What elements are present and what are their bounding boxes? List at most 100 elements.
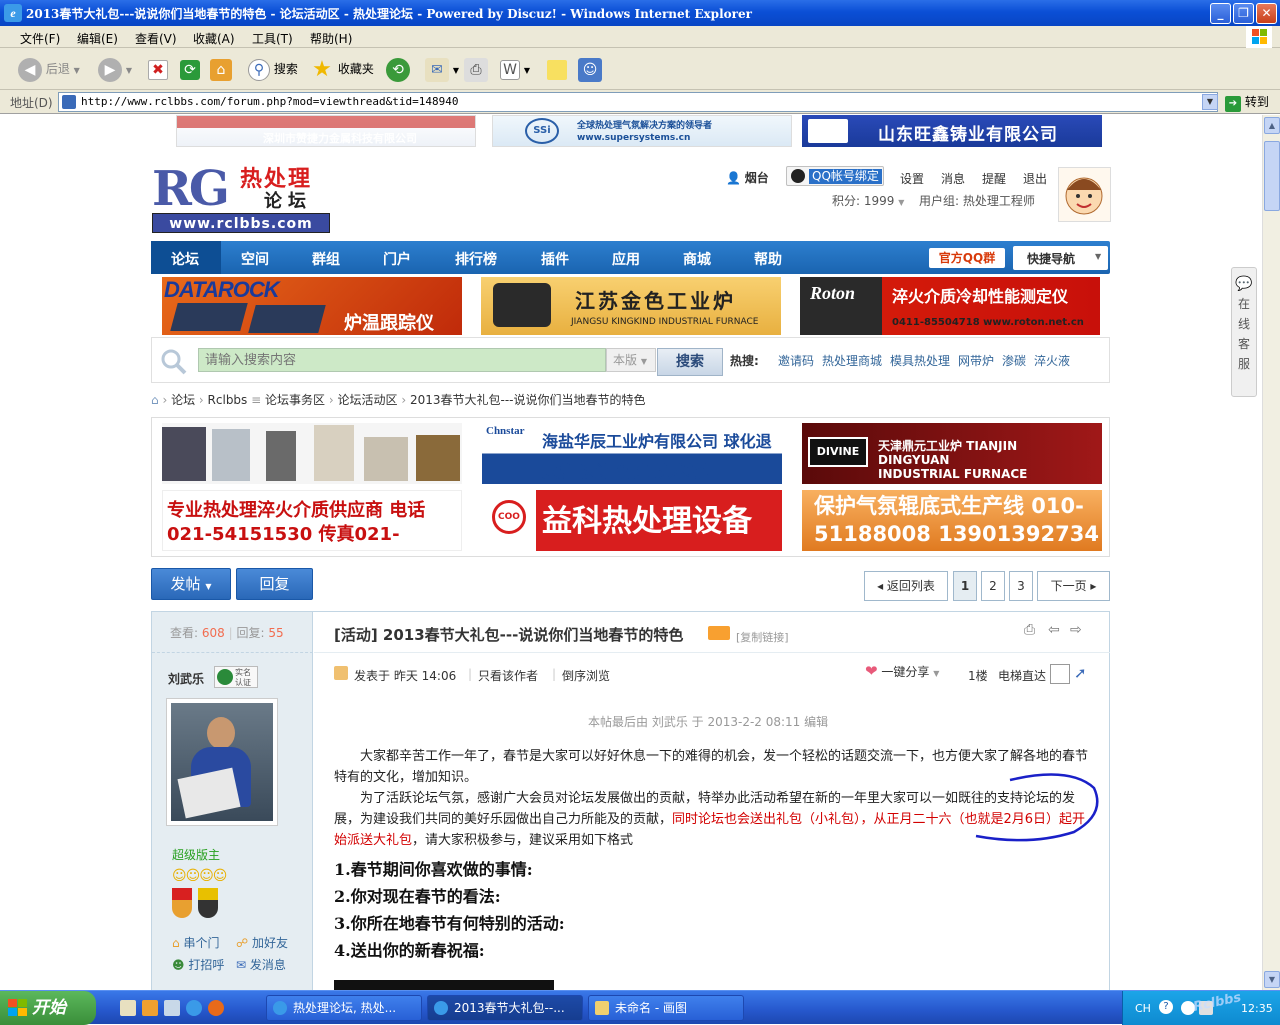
address-input[interactable]: http://www.rclbbs.com/forum.php?mod=view… [58, 92, 1218, 112]
nav-plugins[interactable]: 插件 [541, 249, 569, 269]
breadcrumb-activity[interactable]: 论坛活动区 [337, 393, 397, 407]
banner-wangxin[interactable]: 山东旺鑫铸业有限公司 [802, 115, 1102, 147]
scroll-down-icon[interactable]: ▼ [1264, 971, 1280, 988]
share-button[interactable]: ❤ 一键分享 ▼ [865, 662, 939, 680]
breadcrumb-forum[interactable]: 论坛 [171, 393, 195, 407]
home-button[interactable]: ⌂ [210, 56, 232, 82]
back-button[interactable]: ◀ 后退 ▼ [18, 56, 80, 82]
refresh-button[interactable]: ⟳ [180, 56, 200, 82]
print-button[interactable]: ⎙ [464, 56, 488, 82]
ad-protective-atmosphere[interactable]: 保护气氛辊底式生产线 010-51188008 13901392734 [802, 490, 1102, 551]
ad-dingyuan[interactable]: DIVINE 天津鼎元工业炉 TIANJIN DINGYUAN INDUSTRI… [802, 423, 1102, 484]
add-friend-link[interactable]: ☍ 加好友 [236, 934, 288, 951]
banner-kingkind[interactable]: 江苏金色工业炉 JIANGSU KINGKIND INDUSTRIAL FURN… [481, 277, 781, 335]
banner-zanjieli[interactable]: 深圳市赞捷力金属科技有限公司 [176, 115, 476, 147]
history-button[interactable]: ⟲ [386, 56, 410, 82]
author-name[interactable]: 刘武乐 [168, 670, 204, 687]
page-2-button[interactable]: 2 [981, 571, 1005, 601]
only-author-link[interactable]: 只看该作者 [478, 667, 538, 684]
home-icon[interactable]: ⌂ [151, 393, 159, 407]
nav-forum[interactable]: 论坛 [171, 249, 199, 269]
page-1-button[interactable]: 1 [953, 571, 977, 601]
next-thread-icon[interactable]: ⇨ [1070, 622, 1082, 638]
close-button[interactable]: ✕ [1256, 3, 1277, 24]
jump-arrow-icon[interactable]: ➚ [1074, 664, 1087, 682]
hot-search-link[interactable]: 渗碳 [1002, 352, 1026, 369]
quicklaunch-icon[interactable] [164, 1000, 180, 1016]
ad-coo[interactable]: COO 益科热处理设备 [482, 490, 782, 551]
menu-edit[interactable]: 编辑(E) [77, 30, 118, 47]
hot-search-link[interactable]: 网带炉 [958, 352, 994, 369]
nav-space[interactable]: 空间 [241, 249, 269, 269]
menu-help[interactable]: 帮助(H) [310, 30, 352, 47]
hot-search-link[interactable]: 热处理商城 [822, 352, 882, 369]
hot-search-link[interactable]: 模具热处理 [890, 352, 950, 369]
nav-portal[interactable]: 门户 [383, 249, 411, 269]
settings-link[interactable]: 设置 [900, 170, 924, 187]
hot-search-link[interactable]: 淬火液 [1034, 352, 1070, 369]
qq-bind-button[interactable]: QQ帐号绑定 [786, 166, 884, 186]
favorites-button[interactable]: ★ 收藏夹 [310, 56, 374, 82]
maximize-button[interactable]: ❐ [1233, 3, 1254, 24]
menu-file[interactable]: 文件(F) [20, 30, 60, 47]
banner-roton[interactable]: Roton 淬火介质冷却性能测定仪 0411-85504718 www.roto… [800, 277, 1100, 335]
prev-thread-icon[interactable]: ⇦ [1048, 622, 1060, 638]
nav-mall[interactable]: 商城 [683, 249, 711, 269]
banner-supersystems[interactable]: SSi 全球热处理气氛解决方案的领导者 www.supersystems.cn [492, 115, 792, 147]
menu-tools[interactable]: 工具(T) [252, 30, 293, 47]
visit-link[interactable]: ⌂ 串个门 [172, 934, 219, 951]
breadcrumb-thread[interactable]: 2013春节大礼包---说说你们当地春节的特色 [410, 393, 646, 407]
task-paint-window[interactable]: 未命名 - 画图 [588, 995, 744, 1021]
logout-link[interactable]: 退出 [1023, 170, 1047, 187]
mail-button[interactable]: ✉ ▼ [425, 56, 459, 82]
author-avatar[interactable] [166, 698, 278, 826]
user-avatar[interactable] [1058, 167, 1111, 222]
reply-button[interactable]: 回复 [236, 568, 313, 600]
banner-datarock[interactable]: DATAROCK 炉温跟踪仪 [162, 277, 462, 335]
quicklaunch-icon[interactable] [142, 1000, 158, 1016]
start-button[interactable]: 开始 [0, 991, 96, 1025]
search-button[interactable]: ⚲ 搜索 [248, 56, 298, 82]
language-indicator[interactable]: CH [1135, 1002, 1151, 1015]
notify-link[interactable]: 提醒 [982, 170, 1006, 187]
breadcrumb-rclbbs[interactable]: Rclbbs [208, 393, 248, 407]
quick-nav-button[interactable]: 快捷导航 ▼ [1013, 246, 1108, 270]
vertical-scrollbar[interactable]: ▲ ▼ [1262, 115, 1280, 990]
page-3-button[interactable]: 3 [1009, 571, 1033, 601]
stop-button[interactable]: ✖ [148, 56, 168, 82]
messenger-button[interactable]: ☺ [578, 56, 602, 82]
reverse-order-link[interactable]: 倒序浏览 [562, 667, 610, 684]
ie-quicklaunch-icon[interactable] [186, 1000, 202, 1016]
new-post-button[interactable]: 发帖 ▼ [151, 568, 231, 600]
show-desktop-icon[interactable] [120, 1000, 136, 1016]
nav-apps[interactable]: 应用 [612, 249, 640, 269]
copy-link[interactable]: [复制链接] [736, 629, 789, 645]
notes-button[interactable] [547, 56, 567, 82]
points-label[interactable]: 积分: 1999 ▼ [832, 192, 904, 209]
username-link[interactable]: 烟台 [745, 171, 769, 185]
search-button[interactable]: 搜索 [657, 348, 723, 376]
back-to-list-button[interactable]: ◂ 返回列表 [864, 571, 948, 601]
ad-quench-medium[interactable]: 专业热处理淬火介质供应商 电话021-54151530 传真021-541517… [162, 490, 462, 551]
breadcrumb-affairs[interactable]: 论坛事务区 [265, 393, 325, 407]
task-forum-window[interactable]: 热处理论坛, 热处... [266, 995, 422, 1021]
task-thread-window[interactable]: 2013春节大礼包--... [427, 995, 583, 1021]
address-dropdown-icon[interactable]: ▼ [1202, 94, 1218, 110]
nav-ranking[interactable]: 排行榜 [455, 249, 497, 269]
send-message-link[interactable]: ✉ 发消息 [236, 956, 286, 973]
nav-help[interactable]: 帮助 [754, 249, 782, 269]
menu-view[interactable]: 查看(V) [135, 30, 177, 47]
site-logo[interactable]: RG 热处理 论坛 www.rclbbs.com [152, 159, 332, 233]
minimize-button[interactable]: _ [1210, 3, 1231, 24]
poke-link[interactable]: ☻ 打招呼 [172, 956, 224, 973]
search-input[interactable] [198, 348, 606, 372]
hot-search-link[interactable]: 邀请码 [778, 352, 814, 369]
firefox-quicklaunch-icon[interactable] [208, 1000, 224, 1016]
floor-jump-input[interactable] [1050, 664, 1070, 684]
menu-favorites[interactable]: 收藏(A) [193, 30, 235, 47]
nav-groups[interactable]: 群组 [312, 249, 340, 269]
search-scope-select[interactable]: 本版 ▼ [606, 348, 656, 372]
messages-link[interactable]: 消息 [941, 170, 965, 187]
ad-huachen[interactable]: Chnstar 海盐华辰工业炉有限公司 球化退火炉 设计 制造 技术培训 [482, 423, 782, 484]
scroll-up-icon[interactable]: ▲ [1264, 117, 1280, 134]
